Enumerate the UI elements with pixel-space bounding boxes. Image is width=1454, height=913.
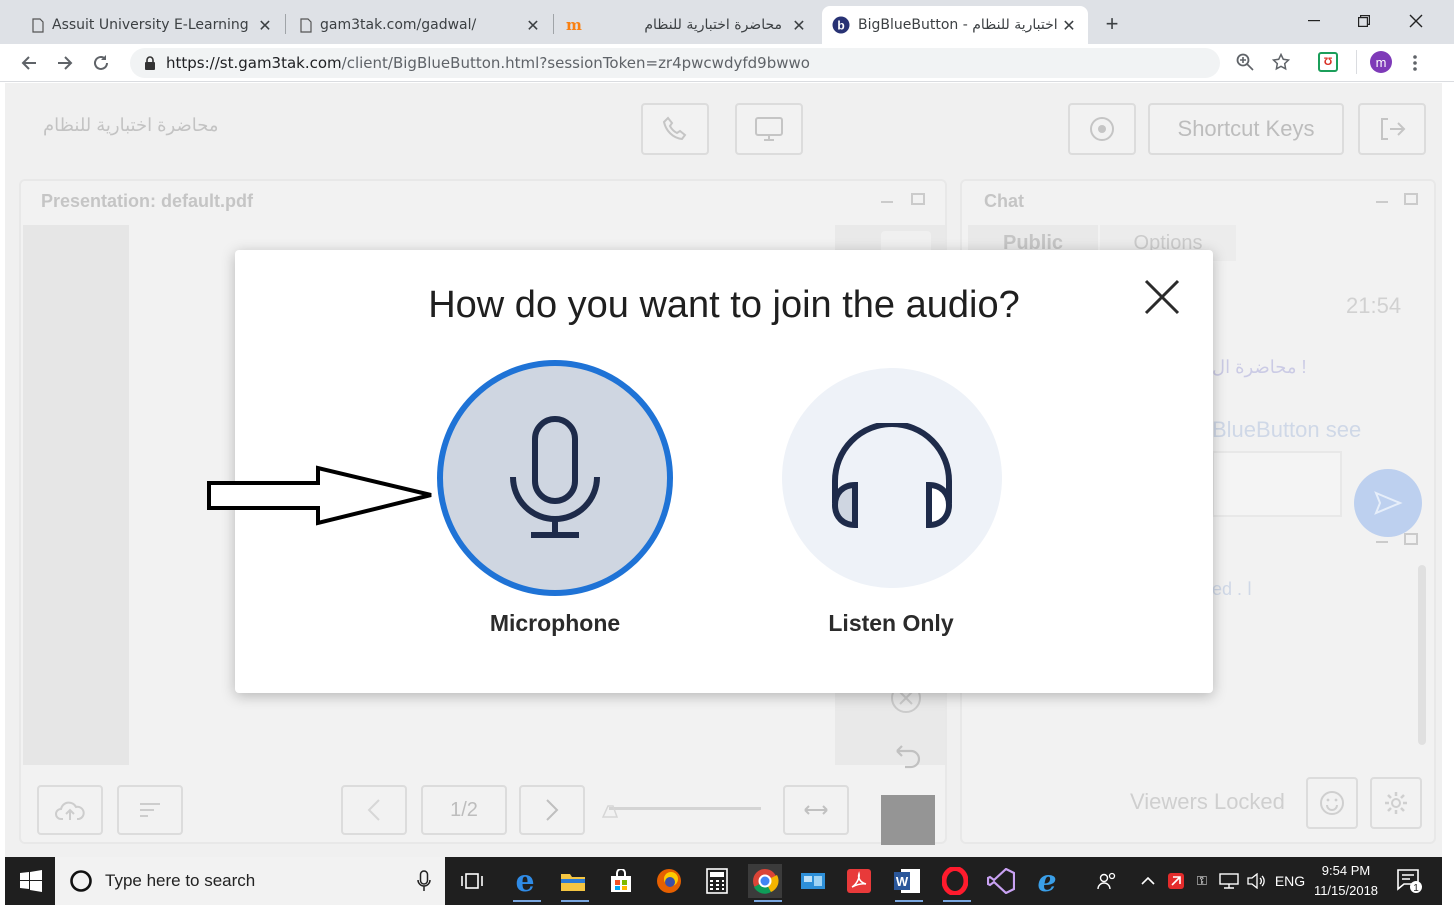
reload-icon[interactable] — [92, 54, 110, 72]
language-indicator[interactable]: ENG — [1272, 864, 1308, 898]
minimize-icon — [1308, 20, 1320, 22]
visual-studio-icon[interactable] — [984, 864, 1018, 898]
modal-title: How do you want to join the audio? — [428, 284, 1020, 326]
tab-title: BigBlueButton - رة اختبارية للنظام — [858, 17, 1060, 33]
back-icon[interactable] — [20, 54, 38, 72]
address-bar[interactable]: https://st.gam3tak.com/client/BigBlueBut… — [130, 48, 1220, 78]
toolbar-separator — [1356, 50, 1357, 74]
volume-icon[interactable] — [1244, 864, 1270, 898]
clock-date: 11/15/2018 — [1313, 883, 1379, 898]
arrow-annotation-icon — [207, 465, 432, 526]
tab-gadwal[interactable]: gam3tak.com/gadwal/ ✕ — [290, 6, 552, 44]
tab-title: Assuit University E-Learning — [52, 17, 249, 33]
people-icon[interactable] — [1092, 864, 1122, 898]
taskbar-search[interactable]: Type here to search — [55, 857, 445, 905]
running-indicator — [513, 900, 541, 902]
store-icon[interactable] — [604, 864, 638, 898]
acrobat-icon[interactable] — [842, 864, 876, 898]
control-panel-icon[interactable] — [796, 864, 830, 898]
mic-icon — [417, 870, 431, 891]
svg-text:b: b — [837, 19, 844, 33]
bookmark-star-icon[interactable] — [1272, 53, 1290, 71]
clock[interactable]: 9:54 PM 11/15/2018 — [1310, 861, 1382, 901]
opera-icon[interactable] — [938, 864, 972, 898]
close-icon[interactable] — [1143, 278, 1181, 316]
url-host: https://st.gam3tak.com — [166, 54, 342, 72]
bottom-margin — [5, 905, 1442, 913]
tab-separator — [285, 14, 286, 34]
network-icon[interactable] — [1216, 864, 1242, 898]
firefox-icon[interactable] — [652, 864, 686, 898]
tab-assuit[interactable]: Assuit University E-Learning ✕ — [22, 6, 284, 44]
chevron-up-icon[interactable] — [1136, 864, 1160, 898]
edge-icon[interactable]: e — [508, 864, 542, 899]
menu-dots-icon[interactable] — [1412, 54, 1418, 72]
lock-icon — [145, 56, 155, 70]
forward-icon[interactable] — [56, 54, 74, 72]
close-tab-icon[interactable]: ✕ — [524, 16, 542, 35]
tray-app-icon[interactable] — [1164, 864, 1188, 898]
microphone-button[interactable] — [437, 360, 673, 596]
page-icon — [300, 17, 312, 33]
tab-strip: Assuit University E-Learning ✕ gam3tak.c… — [0, 0, 1454, 44]
microphone-icon — [510, 416, 600, 538]
profile-avatar[interactable]: m — [1370, 51, 1392, 73]
headphones-icon — [831, 423, 953, 529]
moodle-icon: m — [566, 16, 582, 34]
internet-explorer-icon[interactable]: e — [1030, 864, 1064, 899]
tab-title: gam3tak.com/gadwal/ — [320, 17, 477, 33]
restore-icon — [1358, 15, 1370, 27]
close-window-button[interactable] — [1394, 6, 1438, 36]
word-icon[interactable]: W — [890, 864, 924, 898]
windows-start-icon[interactable] — [20, 870, 42, 892]
ime-icon[interactable]: ⚿ — [1190, 864, 1214, 898]
running-indicator — [754, 900, 782, 902]
chrome-icon[interactable] — [748, 864, 782, 898]
notifications-icon[interactable]: 1 — [1392, 864, 1426, 898]
bigbluebutton-icon: b — [832, 16, 850, 34]
tab-lecture[interactable]: m محاضرة اختبارية للنظام ✕ — [556, 6, 818, 44]
running-indicator — [561, 900, 589, 902]
running-indicator — [943, 900, 971, 902]
close-tab-icon[interactable]: ✕ — [256, 16, 274, 35]
svg-text:W: W — [896, 874, 909, 889]
clock-time: 9:54 PM — [1321, 863, 1371, 878]
restore-button[interactable] — [1342, 6, 1386, 36]
url-path: /client/BigBlueButton.html?sessionToken=… — [341, 54, 810, 72]
zoom-icon[interactable] — [1236, 53, 1254, 71]
extension-glyph: Ʊ — [1323, 56, 1333, 68]
listen-only-label: Listen Only — [828, 610, 954, 636]
search-placeholder: Type here to search — [105, 871, 256, 890]
running-indicator — [895, 900, 923, 902]
tab-bigbluebutton[interactable]: b BigBlueButton - رة اختبارية للنظام ✕ — [822, 6, 1088, 44]
microphone-label: Microphone — [489, 610, 621, 636]
tab-title: محاضرة اختبارية للنظام — [644, 17, 782, 33]
page-icon — [32, 17, 44, 33]
notification-count: 1 — [1413, 883, 1419, 894]
new-tab-button[interactable]: + — [1098, 10, 1126, 38]
cortana-icon — [70, 870, 92, 892]
extension-icon[interactable]: Ʊ — [1318, 52, 1338, 72]
minimize-button[interactable] — [1292, 6, 1336, 36]
close-tab-icon[interactable]: ✕ — [790, 16, 808, 35]
listen-only-button[interactable] — [782, 368, 1002, 588]
tab-separator — [553, 14, 554, 34]
task-view-icon[interactable] — [455, 864, 489, 898]
calculator-icon[interactable] — [700, 864, 734, 898]
close-icon — [1409, 14, 1423, 28]
close-tab-icon[interactable]: ✕ — [1060, 16, 1078, 35]
file-explorer-icon[interactable] — [556, 864, 590, 898]
